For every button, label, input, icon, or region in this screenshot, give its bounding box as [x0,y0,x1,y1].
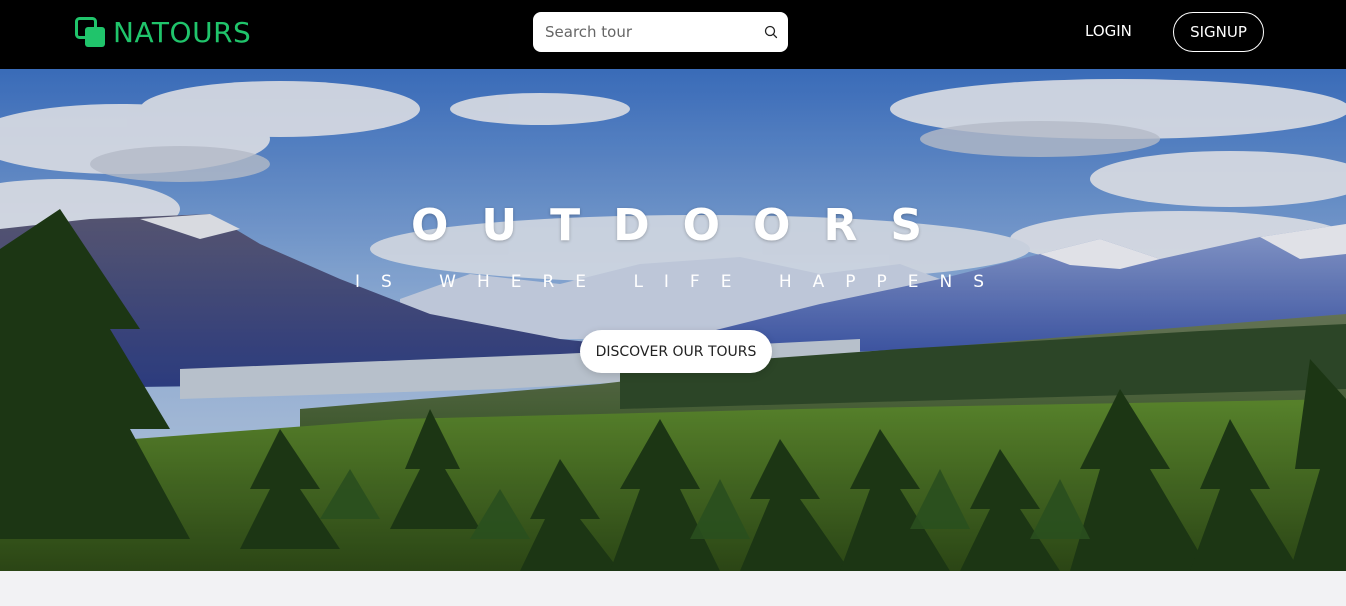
search-box [533,12,788,52]
page-bottom-strip [0,571,1346,606]
brand-name: NATOURS [113,16,252,49]
discover-tours-button[interactable]: DISCOVER OUR TOURS [580,330,772,373]
brand-logo[interactable]: NATOURS [75,16,251,49]
search-input[interactable] [533,12,743,52]
navbar: NATOURS LOGIN SIGNUP [0,0,1346,69]
login-link[interactable]: LOGIN [1085,22,1132,40]
hero-section: OUTDOORS IS WHERE LIFE HAPPENS DISCOVER … [0,69,1346,571]
hero-subtitle: IS WHERE LIFE HAPPENS [354,272,1006,292]
signup-button[interactable]: SIGNUP [1173,12,1264,52]
logo-icon [75,17,105,47]
hero-background-image [0,69,1346,571]
hero-title: OUTDOORS [410,200,956,251]
search-icon[interactable] [764,25,778,39]
